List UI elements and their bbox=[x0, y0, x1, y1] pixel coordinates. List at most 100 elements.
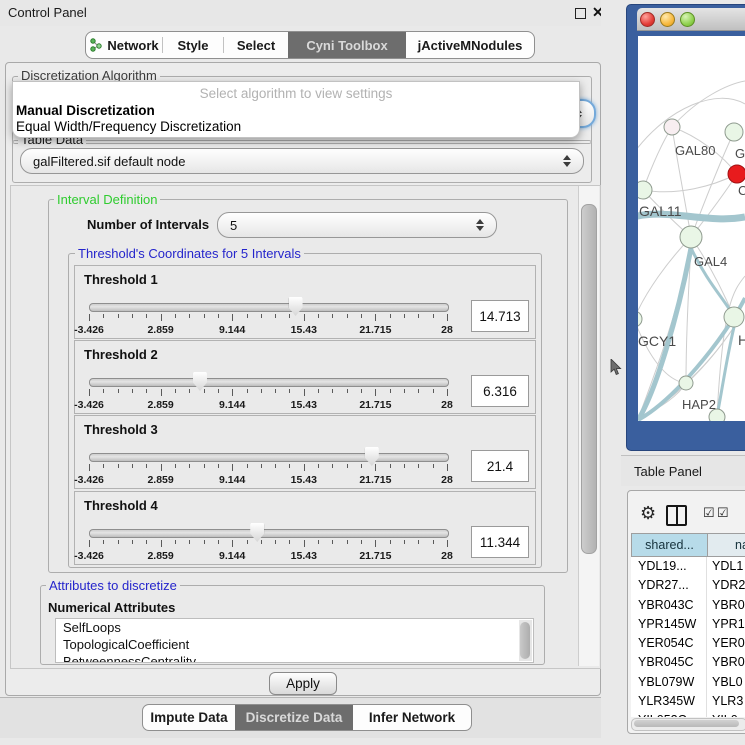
tick-label: 21.715 bbox=[359, 474, 391, 486]
tab-discretize-data[interactable]: Discretize Data bbox=[235, 705, 353, 730]
number-of-intervals-combobox[interactable]: 5 bbox=[217, 212, 497, 238]
zoom-traffic-light-icon[interactable] bbox=[680, 12, 695, 27]
list-item[interactable]: BetweennessCentrality bbox=[56, 653, 533, 663]
checkbox-icon[interactable]: ☑ bbox=[717, 505, 729, 521]
float-window-icon[interactable] bbox=[575, 8, 586, 19]
cell[interactable]: YER054C bbox=[631, 634, 707, 653]
slider-ticks bbox=[89, 389, 447, 398]
cell[interactable]: YDR2 bbox=[707, 576, 745, 595]
tab-style[interactable]: Style bbox=[163, 32, 223, 58]
threshold-3-value-field[interactable]: 21.4 bbox=[471, 450, 529, 482]
numerical-attributes-list[interactable]: SelfLoops TopologicalCoefficient Between… bbox=[55, 618, 534, 663]
cell[interactable]: YDL19... bbox=[631, 557, 707, 576]
dropdown-option-manual-discretization[interactable]: Manual Discretization bbox=[16, 103, 155, 118]
node-red-selected[interactable] bbox=[728, 165, 745, 183]
table-row[interactable]: YLR345WYLR3 bbox=[631, 692, 745, 711]
node-gal4[interactable] bbox=[680, 226, 702, 248]
threshold-3-slider-track[interactable] bbox=[89, 453, 449, 462]
gear-icon[interactable]: ⚙ bbox=[640, 503, 656, 524]
tab-select-label: Select bbox=[237, 38, 275, 53]
table-row[interactable]: YBR043CYBR0 bbox=[631, 596, 745, 615]
node-label: GAL4 bbox=[694, 254, 727, 269]
node-right[interactable] bbox=[724, 307, 744, 327]
tab-infer-network-label: Infer Network bbox=[369, 710, 455, 725]
tab-infer-network[interactable]: Infer Network bbox=[353, 705, 471, 730]
screen: Control Panel ✕ Network Style Select Cyn… bbox=[0, 0, 745, 745]
tick-label: 2.859 bbox=[147, 550, 173, 562]
numerical-attributes-label: Numerical Attributes bbox=[48, 600, 175, 615]
cell[interactable]: YBR0 bbox=[707, 653, 745, 672]
threshold-4-slider-track[interactable] bbox=[89, 529, 449, 538]
table-row[interactable]: YER054CYER0 bbox=[631, 634, 745, 653]
cell[interactable]: YDL1 bbox=[707, 557, 745, 576]
table-row[interactable]: YBR045CYBR0 bbox=[631, 653, 745, 672]
node-hap2[interactable] bbox=[679, 376, 693, 390]
tab-select[interactable]: Select bbox=[224, 32, 288, 58]
interval-definition-title: Interval Definition bbox=[54, 192, 160, 207]
cell[interactable]: YLR3 bbox=[707, 692, 745, 711]
threshold-1-slider-track[interactable] bbox=[89, 303, 449, 312]
node-gcy1[interactable] bbox=[638, 311, 642, 327]
node-top-right[interactable] bbox=[725, 123, 743, 141]
column-header-shared-name[interactable]: shared... bbox=[631, 533, 708, 557]
list-item[interactable]: TopologicalCoefficient bbox=[56, 636, 533, 653]
column-header-name[interactable]: na bbox=[707, 533, 745, 557]
cell[interactable]: YBL0 bbox=[707, 673, 745, 692]
node-label: GAL11 bbox=[639, 203, 682, 219]
table-data-combobox[interactable]: galFiltered.sif default node bbox=[20, 148, 584, 174]
tick-label: 15.43 bbox=[291, 474, 317, 486]
horizontal-scrollbar-thumb[interactable] bbox=[634, 720, 739, 727]
vertical-scrollbar-thumb[interactable] bbox=[581, 204, 597, 554]
cell[interactable]: YPR1 bbox=[707, 615, 745, 634]
table-data-value: galFiltered.sif default node bbox=[21, 154, 583, 169]
node-gal11[interactable] bbox=[638, 181, 652, 199]
table-row[interactable]: YDR27...YDR2 bbox=[631, 576, 745, 595]
cell[interactable]: YIL052C bbox=[631, 711, 707, 717]
table-row[interactable]: YDL19...YDL1 bbox=[631, 557, 745, 576]
cell[interactable]: YBL079W bbox=[631, 673, 707, 692]
combo-arrows-icon bbox=[563, 155, 571, 167]
cell[interactable]: YER0 bbox=[707, 634, 745, 653]
threshold-1-value-field[interactable]: 14.713 bbox=[471, 300, 529, 332]
cell[interactable]: YPR145W bbox=[631, 615, 707, 634]
network-canvas[interactable]: GAL80 GA C GAL11 GAL4 GCY1 H HAP2 bbox=[638, 36, 745, 421]
apply-button[interactable]: Apply bbox=[269, 672, 337, 695]
table-row[interactable]: YBL079WYBL0 bbox=[631, 673, 745, 692]
dropdown-option-equal-width-frequency[interactable]: Equal Width/Frequency Discretization bbox=[16, 119, 241, 134]
tab-cyni-toolbox[interactable]: Cyni Toolbox bbox=[288, 32, 406, 58]
attributes-group-title: Attributes to discretize bbox=[46, 578, 180, 593]
threshold-2-slider-track[interactable] bbox=[89, 378, 449, 387]
horizontal-scrollbar[interactable] bbox=[631, 718, 745, 731]
tick-label: 15.43 bbox=[291, 399, 317, 411]
cell[interactable]: YDR27... bbox=[631, 576, 707, 595]
slider-ticks bbox=[89, 464, 447, 473]
minimize-traffic-light-icon[interactable] bbox=[660, 12, 675, 27]
node-gal80[interactable] bbox=[664, 119, 680, 135]
columns-icon[interactable] bbox=[666, 505, 687, 526]
table-row[interactable]: YPR145WYPR1 bbox=[631, 615, 745, 634]
threshold-2-label: Threshold 2 bbox=[84, 347, 158, 362]
cell[interactable]: YBR043C bbox=[631, 596, 707, 615]
tab-jactivemnodules[interactable]: jActiveMNodules bbox=[406, 32, 534, 58]
cell[interactable]: YIL0 bbox=[707, 711, 745, 717]
cell[interactable]: YBR045C bbox=[631, 653, 707, 672]
cell[interactable]: YBR0 bbox=[707, 596, 745, 615]
node-table[interactable]: YDL19...YDL1 YDR27...YDR2 YBR043CYBR0 YP… bbox=[631, 557, 745, 717]
number-of-intervals-label: Number of Intervals bbox=[87, 217, 209, 232]
threshold-2-value-field[interactable]: 6.316 bbox=[471, 375, 529, 407]
list-scrollbar[interactable] bbox=[519, 620, 532, 661]
cell[interactable]: YLR345W bbox=[631, 692, 707, 711]
node-label: GAL80 bbox=[675, 143, 715, 158]
node-label: HAP2 bbox=[682, 397, 716, 412]
threshold-4-value-field[interactable]: 11.344 bbox=[471, 526, 529, 558]
tab-impute-data[interactable]: Impute Data bbox=[143, 705, 235, 730]
tick-label: 9.144 bbox=[219, 550, 245, 562]
tab-discretize-data-label: Discretize Data bbox=[246, 710, 343, 725]
close-traffic-light-icon[interactable] bbox=[640, 12, 655, 27]
control-panel-titlebar: Control Panel bbox=[0, 0, 620, 26]
slider-ticks bbox=[89, 314, 447, 323]
checkbox-icon[interactable]: ☑ bbox=[703, 505, 715, 521]
tab-network[interactable]: Network bbox=[86, 32, 162, 58]
table-row[interactable]: YIL052CYIL0 bbox=[631, 711, 745, 717]
list-item[interactable]: SelfLoops bbox=[56, 619, 533, 636]
